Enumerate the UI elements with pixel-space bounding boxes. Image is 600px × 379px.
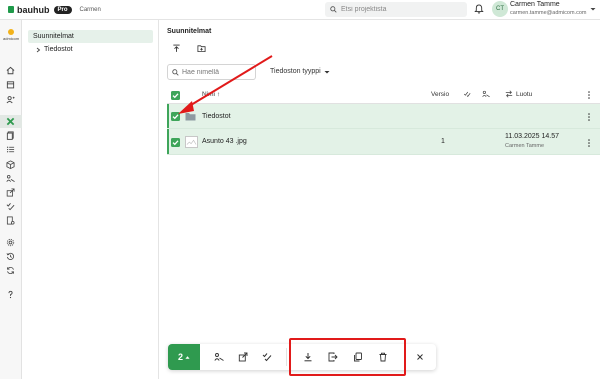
caret-down-icon: [324, 70, 330, 73]
sort-up-icon[interactable]: ↑: [217, 91, 220, 98]
column-header-version[interactable]: Versio: [431, 91, 449, 98]
column-header-signers-icon[interactable]: [482, 90, 490, 100]
help-icon[interactable]: [6, 290, 15, 299]
row-selected-accent: [167, 129, 169, 154]
admicom-logo-text: admicom: [3, 36, 20, 41]
name-filter[interactable]: [167, 64, 256, 80]
new-folder-icon[interactable]: [197, 44, 206, 53]
folder-icon: [185, 113, 196, 121]
close-icon[interactable]: [415, 352, 425, 362]
caret-up-icon: [185, 355, 190, 359]
notifications-bell-icon[interactable]: [474, 4, 484, 14]
panel-divider: [158, 20, 159, 379]
documents-icon[interactable]: [6, 131, 15, 140]
selected-count-button[interactable]: 2: [168, 344, 200, 370]
file-type-filter[interactable]: Tiedoston tyyppi: [270, 68, 330, 75]
chevron-right-icon[interactable]: [35, 47, 41, 53]
delete-icon[interactable]: [378, 352, 388, 362]
row-selected-accent: [167, 104, 169, 128]
row-checkbox[interactable]: [171, 112, 180, 121]
user-name[interactable]: Carmen Tamme: [510, 1, 560, 8]
document-settings-icon[interactable]: [6, 216, 15, 225]
calendar-icon[interactable]: [6, 80, 15, 89]
share-icon[interactable]: [238, 352, 248, 362]
column-header-name[interactable]: Nimi ↑: [202, 91, 220, 98]
column-header-approval-icon[interactable]: [463, 90, 471, 100]
row-name[interactable]: Tiedostot: [202, 113, 231, 120]
admicom-logo: admicom: [3, 29, 19, 41]
search-input[interactable]: [341, 6, 461, 13]
sort-swap-icon[interactable]: [505, 90, 513, 100]
row-checkbox[interactable]: [171, 138, 180, 147]
row-created-author: Carmen Tamme: [505, 143, 545, 149]
plans-icon[interactable]: [6, 117, 15, 126]
checkmark-icon: [172, 93, 179, 99]
action-separator: [286, 348, 287, 366]
row-created-date: 11.03.2025 14.57: [505, 133, 559, 140]
approve-icon[interactable]: [262, 352, 272, 362]
home-icon[interactable]: [6, 66, 15, 75]
file-type-filter-label: Tiedoston tyyppi: [270, 68, 321, 75]
table-header: Nimi ↑ Versio Luotu: [167, 86, 600, 104]
workers-icon[interactable]: [6, 174, 15, 183]
signers-icon[interactable]: [214, 352, 224, 362]
search-icon: [172, 68, 179, 76]
selected-count: 2: [177, 352, 183, 362]
row-name[interactable]: Asunto 43 .jpg: [202, 138, 247, 145]
page-title: Suunnitelmat: [167, 28, 212, 35]
select-all-checkbox[interactable]: [171, 91, 180, 100]
list-icon[interactable]: [6, 145, 15, 154]
project-search[interactable]: [325, 2, 467, 17]
more-options-icon[interactable]: [587, 90, 591, 100]
brand[interactable]: bauhub Pro: [8, 5, 72, 15]
company-name: Carmen: [79, 6, 101, 13]
admicom-logo-icon: [8, 29, 14, 35]
search-icon: [330, 6, 337, 13]
column-header-created[interactable]: Luotu: [516, 91, 532, 98]
pro-badge: Pro: [53, 5, 72, 14]
table-row[interactable]: Tiedostot: [167, 104, 600, 129]
more-options-icon[interactable]: [587, 112, 591, 122]
checklist-icon[interactable]: [6, 202, 15, 211]
avatar[interactable]: CT: [492, 1, 508, 17]
left-rail: admicom: [0, 20, 22, 379]
name-filter-input[interactable]: [182, 68, 252, 76]
user-email: carmen.tamme@admicom.com: [510, 10, 587, 16]
contacts-icon[interactable]: [6, 95, 15, 104]
bauhub-logo-icon: [8, 6, 14, 13]
chevron-down-icon[interactable]: [590, 6, 596, 12]
checkmark-icon: [172, 114, 179, 120]
brand-name: bauhub: [17, 4, 50, 15]
folder-tree: Suunnitelmat Tiedostot: [28, 30, 153, 56]
tree-item-suunnitelmat[interactable]: Suunnitelmat: [28, 30, 153, 43]
share-icon[interactable]: [6, 188, 15, 197]
selection-action-bar: 2: [168, 344, 436, 370]
image-thumbnail[interactable]: [185, 136, 198, 148]
more-options-icon[interactable]: [587, 138, 591, 148]
move-icon[interactable]: [328, 352, 338, 362]
tree-item-label: Suunnitelmat: [33, 33, 74, 40]
row-version: 1: [441, 138, 445, 145]
tree-item-tiedostot[interactable]: Tiedostot: [28, 43, 153, 56]
copy-icon[interactable]: [353, 352, 363, 362]
column-header-name-label: Nimi: [202, 91, 215, 98]
download-icon[interactable]: [303, 352, 313, 362]
annotation-arrow: [178, 55, 273, 114]
table-row[interactable]: Asunto 43 .jpg 1 11.03.2025 14.57 Carmen…: [167, 129, 600, 155]
upload-icon[interactable]: [172, 44, 181, 53]
checkmark-icon: [172, 140, 179, 146]
history-icon[interactable]: [6, 252, 15, 261]
file-table: Nimi ↑ Versio Luotu Tiedostot Asunto 43 …: [167, 86, 600, 155]
box-icon[interactable]: [6, 160, 15, 169]
sync-icon[interactable]: [6, 266, 15, 275]
tree-item-label: Tiedostot: [44, 46, 73, 53]
settings-icon[interactable]: [6, 238, 15, 247]
action-separator: [404, 348, 405, 366]
